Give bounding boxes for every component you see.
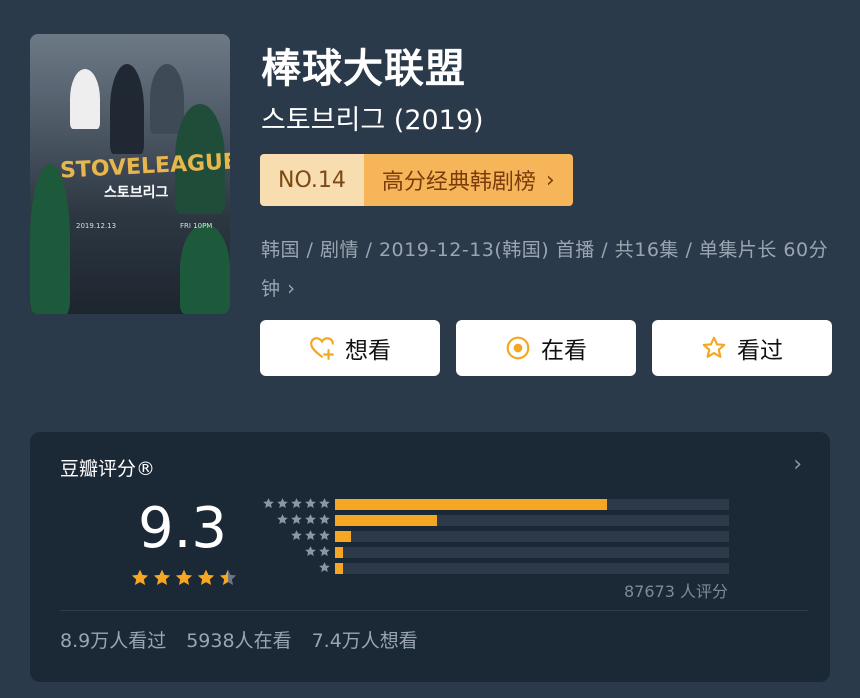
rating-bar-fill xyxy=(335,563,343,574)
rating-bar-fill xyxy=(335,531,351,542)
rating-bar-fill xyxy=(335,499,607,510)
small-star-icon xyxy=(277,498,288,509)
original-title: 스토브리그 (2019) xyxy=(261,105,484,136)
rating-count: 87673 人评分 xyxy=(624,582,728,601)
rank-list: 高分经典韩剧榜 › xyxy=(363,154,573,206)
watching-count: 5938人在看 xyxy=(186,630,292,652)
poster-figure xyxy=(70,69,100,129)
watch-stats: 8.9万人看过 5938人在看 7.4万人想看 xyxy=(60,626,418,653)
small-star-icon xyxy=(319,562,330,573)
page-title: 棒球大联盟 xyxy=(261,46,466,92)
circle-dot-icon xyxy=(506,336,530,360)
small-star-icon xyxy=(319,530,330,541)
poster-image[interactable]: STOVELEAGUE 스토브리그 2019.12.13 FRI 10PM xyxy=(30,34,230,314)
poster-figure xyxy=(110,64,144,154)
watched-count: 8.9万人看过 xyxy=(60,630,167,652)
want-to-watch-label: 想看 xyxy=(345,338,391,364)
chevron-right-icon: › xyxy=(545,167,555,193)
rating-distribution xyxy=(255,496,735,576)
rating-bar-stars xyxy=(276,513,331,527)
rating-star-icon xyxy=(197,569,215,585)
rating-bar-stars xyxy=(262,497,331,511)
poster-time: FRI 10PM xyxy=(180,222,213,230)
rating-bar-stars xyxy=(304,545,331,559)
watching-label: 在看 xyxy=(541,338,587,364)
rank-badge[interactable]: NO.14 高分经典韩剧榜 › xyxy=(260,154,573,206)
rating-bar-track xyxy=(335,563,729,574)
small-star-icon xyxy=(305,498,316,509)
rank-number: NO.14 xyxy=(260,154,364,206)
poster-figure xyxy=(150,64,184,134)
rating-star-icon xyxy=(175,569,193,585)
rating-bar-stars xyxy=(318,561,331,575)
small-star-icon xyxy=(291,530,302,541)
star-outline-icon xyxy=(702,336,726,358)
rating-bar-row xyxy=(255,496,735,512)
small-star-icon xyxy=(305,530,316,541)
rating-bar-track xyxy=(335,499,729,510)
meta-line: 韩国 / 剧情 / 2019-12-13(韩国) 首播 / 共16集 / 单集片… xyxy=(261,239,829,300)
rating-star-icon xyxy=(131,569,149,585)
divider xyxy=(60,610,808,611)
small-star-icon xyxy=(319,514,330,525)
small-star-icon xyxy=(291,498,302,509)
small-star-icon xyxy=(263,498,274,509)
poster-korean-title: 스토브리그 xyxy=(104,185,169,201)
rating-bar-track xyxy=(335,531,729,542)
rating-bar-stars xyxy=(290,529,331,543)
rating-bar-row xyxy=(255,528,735,544)
small-star-icon xyxy=(305,514,316,525)
action-buttons: 想看 在看 看过 xyxy=(260,320,832,376)
rating-star-icon xyxy=(219,569,237,585)
rating-header: 豆瓣评分® xyxy=(60,458,156,480)
small-star-icon xyxy=(291,514,302,525)
poster-date: 2019.12.13 xyxy=(76,222,117,230)
small-star-icon xyxy=(305,546,316,557)
rating-bar-row xyxy=(255,544,735,560)
small-star-icon xyxy=(319,498,330,509)
poster-figure xyxy=(180,224,230,314)
chevron-right-icon[interactable]: › xyxy=(793,452,802,477)
rating-bar-track xyxy=(335,515,729,526)
watched-label: 看过 xyxy=(737,338,783,364)
heart-plus-icon xyxy=(310,337,334,360)
small-star-icon xyxy=(319,546,330,557)
rating-bar-row xyxy=(255,560,735,576)
rating-bar-fill xyxy=(335,547,343,558)
meta-info: 韩国 / 剧情 / 2019-12-13(韩国) 首播 / 共16集 / 单集片… xyxy=(261,231,831,308)
small-star-icon xyxy=(277,514,288,525)
rank-list-name: 高分经典韩剧榜 xyxy=(381,170,536,195)
rating-card[interactable]: 豆瓣评分® › 9.3 87673 人评分 8.9万人看过 5938人在看 7.… xyxy=(30,432,830,682)
rating-bar-track xyxy=(335,547,729,558)
watched-button[interactable]: 看过 xyxy=(652,320,832,376)
watching-button[interactable]: 在看 xyxy=(456,320,636,376)
rating-bar-fill xyxy=(335,515,438,526)
rating-star-icon xyxy=(153,569,171,585)
want-to-watch-button[interactable]: 想看 xyxy=(260,320,440,376)
rating-bar-row xyxy=(255,512,735,528)
poster-figure xyxy=(30,164,70,314)
chevron-right-icon[interactable]: › xyxy=(287,276,296,300)
rating-stars xyxy=(130,568,238,588)
want-count: 7.4万人想看 xyxy=(311,630,418,652)
rating-score: 9.3 xyxy=(138,496,228,561)
